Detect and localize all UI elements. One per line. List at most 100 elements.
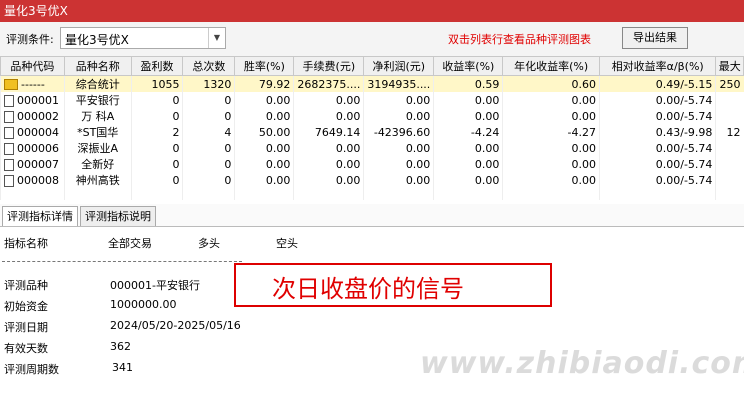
cell-text: 0.59 (474, 77, 500, 91)
condition-select-value: 量化3号优X (65, 33, 129, 47)
cell-text: 0 (224, 157, 232, 171)
table-cell (63, 188, 132, 200)
tab-metrics-explain[interactable]: 评测指标说明 (80, 206, 156, 226)
table-cell: 250 (715, 75, 744, 92)
table-cell: 7649.14 (293, 124, 364, 140)
cell-text: 0 (224, 173, 232, 187)
cell-text: 2682375.... (297, 77, 361, 91)
cell-text: 79.92 (258, 77, 291, 91)
table-cell: 平安银行 (63, 92, 132, 108)
cell-text: 0.00 (335, 93, 361, 107)
cell-text: 7649.14 (314, 125, 361, 139)
table-cell (715, 156, 744, 172)
table-cell: 0.49/-5.15 (598, 75, 716, 92)
table-row[interactable]: 000007 全新好 0 0 0.00 0.00 0.00 0.00 0.00 0.00/-5.7… (0, 156, 744, 172)
document-icon (4, 142, 14, 155)
table-cell: 000001 (0, 92, 65, 108)
table-cell: 神州高铁 (63, 172, 132, 188)
cell-text: -4.27 (567, 125, 596, 139)
table-cell (502, 188, 600, 200)
cell-text: 0.00 (571, 109, 596, 123)
column-header[interactable]: 收益率(%) (433, 56, 504, 76)
table-row[interactable]: ------ 综合统计 1055 1320 79.92 2682375.... 319493… (0, 75, 744, 92)
table-row[interactable]: 000001 平安银行 0 0 0.00 0.00 0.00 0.00 0.00 0.00/-5.… (0, 92, 744, 108)
column-header[interactable]: 品种名称 (63, 56, 132, 76)
table-cell: 0.00 (293, 140, 364, 156)
table-row[interactable]: 000006 深振业A 0 0 0.00 0.00 0.00 0.00 0.00 0.00/-5.… (0, 140, 744, 156)
document-icon (4, 174, 14, 187)
column-header[interactable]: 总次数 (182, 56, 236, 76)
table-cell: 0.00 (293, 92, 364, 108)
table-cell: 12 (715, 124, 744, 140)
cell-text: 0 (172, 157, 180, 171)
cell-text: 12 (726, 125, 741, 139)
column-header[interactable]: 盈利数 (130, 56, 184, 76)
table-cell: 0.00 (433, 172, 503, 188)
table-row[interactable]: 000002 万 科A 0 0 0.00 0.00 0.00 0.00 0.00 0.00/-5.… (0, 108, 744, 124)
table-cell: 0.00/-5.74 (598, 92, 716, 108)
column-header[interactable]: 品种代码 (0, 56, 65, 76)
table-cell: 1055 (130, 75, 183, 92)
cell-text: 0.00 (571, 93, 596, 107)
table-cell: 0.60 (502, 75, 600, 92)
column-header[interactable]: 手续费(元) (293, 56, 365, 76)
table-cell: 0.00 (234, 156, 294, 172)
hint-text: 双击列表行查看品种评测图表 (448, 33, 591, 46)
cell-text: 0.60 (571, 77, 596, 91)
cell-text: 000006 (17, 141, 59, 155)
table-cell (130, 188, 183, 200)
cell-text: 0.00 (265, 93, 291, 107)
table-cell: 全新好 (63, 156, 132, 172)
table-cell (234, 188, 294, 200)
tab-metrics-detail[interactable]: 评测指标详情 (2, 206, 78, 226)
detail-value: 341 (112, 361, 133, 374)
table-cell: ------ (0, 75, 65, 92)
table-cell: 0 (182, 156, 235, 172)
table-row[interactable]: 000008 神州高铁 0 0 0.00 0.00 0.00 0.00 0.00 0.00/-5.… (0, 172, 744, 188)
export-button[interactable]: 导出结果 (622, 27, 688, 49)
cell-text: 0.00 (571, 141, 596, 155)
table-cell: 000006 (0, 140, 65, 156)
divider (2, 261, 242, 262)
cell-text: 1320 (203, 77, 232, 91)
detail-head-name: 指标名称 (4, 237, 48, 250)
table-cell: 0.00 (502, 108, 600, 124)
table-cell (715, 92, 744, 108)
table-row[interactable] (0, 188, 744, 200)
table-cell: 50.00 (234, 124, 294, 140)
cell-text: 0.00/-5.74 (655, 157, 713, 171)
table-cell: 0.00 (502, 92, 600, 108)
cell-text: 全新好 (81, 158, 115, 171)
column-header[interactable]: 净利润(元) (363, 56, 435, 76)
cell-text: *ST国华 (77, 126, 119, 139)
column-header[interactable]: 胜率(%) (234, 56, 295, 76)
table-cell (715, 108, 744, 124)
column-header[interactable]: 最大 (715, 56, 744, 76)
table-cell: 0.59 (433, 75, 503, 92)
table-row[interactable]: 000004 *ST国华 2 4 50.00 7649.14 -42396.60 -4.24 -… (0, 124, 744, 140)
column-header[interactable]: 相对收益率α/β(%) (598, 56, 717, 76)
table-cell: 0 (182, 92, 235, 108)
table-cell: 0.00 (433, 92, 503, 108)
detail-label: 评测日期 (4, 321, 48, 334)
cell-text: 0.00 (265, 173, 291, 187)
cell-text: 250 (719, 77, 741, 91)
table-cell (363, 188, 434, 200)
table-cell: 0 (130, 140, 183, 156)
cell-text: 0.00/-5.74 (655, 93, 713, 107)
cell-text: 0.00 (474, 109, 500, 123)
table-cell: 000008 (0, 172, 65, 188)
cell-text: 0.00 (571, 157, 596, 171)
table-cell: 0.00/-5.74 (598, 172, 716, 188)
cell-text: 0.00 (265, 109, 291, 123)
table-cell: 0 (130, 92, 183, 108)
condition-select[interactable]: 量化3号优X ▼ (60, 27, 226, 49)
table-cell: 000004 (0, 124, 65, 140)
table-cell (715, 172, 744, 188)
document-icon (4, 94, 14, 107)
cell-text: 0.00 (335, 173, 361, 187)
table-cell (182, 188, 235, 200)
table-cell: 0.00/-5.74 (598, 140, 716, 156)
chevron-down-icon[interactable]: ▼ (208, 28, 225, 48)
column-header[interactable]: 年化收益率(%) (502, 56, 600, 76)
